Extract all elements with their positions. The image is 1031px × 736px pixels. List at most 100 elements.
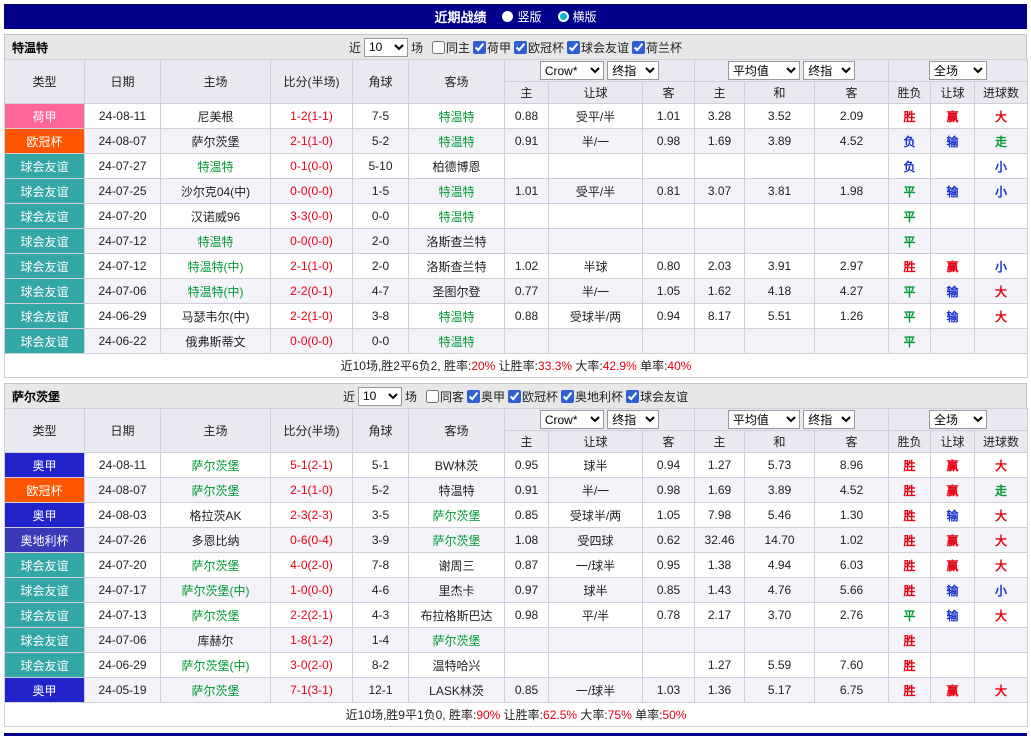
away-team: 特温特 (409, 204, 505, 229)
summary-part: 单率: (632, 708, 663, 722)
odds-home (505, 628, 549, 653)
layout-radio-vertical[interactable]: 竖版 (502, 8, 541, 25)
score: 2-1(1-0) (271, 129, 353, 154)
match-row: 奥甲24-08-11萨尔茨堡5-1(2-1)5-1BW林茨0.95球半0.941… (5, 453, 1028, 478)
league-type-badge: 球会友谊 (5, 179, 85, 204)
match-date: 24-07-06 (85, 279, 161, 304)
subcol-result: 胜负 (889, 431, 931, 453)
avg-home: 1.69 (695, 129, 745, 154)
odds-handicap (549, 154, 643, 179)
league-type-badge: 球会友谊 (5, 204, 85, 229)
result-goals: 走 (975, 478, 1028, 503)
away-team: 特温特 (409, 179, 505, 204)
subcol-goals-result: 进球数 (975, 431, 1028, 453)
avg-home (695, 229, 745, 254)
league-checkbox-input[interactable] (632, 41, 645, 54)
avg-home: 1.62 (695, 279, 745, 304)
match-count-select[interactable]: 10 (364, 38, 408, 57)
corner-score: 2-0 (353, 229, 409, 254)
avg-away (815, 229, 889, 254)
corner-score: 3-8 (353, 304, 409, 329)
fulltime-select[interactable]: 全场 (929, 410, 987, 429)
filter-recent-label: 近 (343, 388, 355, 405)
same-venue-checkbox[interactable]: 同客 (426, 388, 464, 405)
avg-home: 1.43 (695, 578, 745, 603)
odds-handicap (549, 329, 643, 354)
same-venue-input[interactable] (432, 41, 445, 54)
avg-away: 1.02 (815, 528, 889, 553)
result-goals (975, 653, 1028, 678)
league-filter-checkbox[interactable]: 欧冠杯 (508, 388, 558, 405)
result-outcome: 胜 (889, 503, 931, 528)
league-filter-checkbox[interactable]: 球会友谊 (626, 388, 688, 405)
result-handicap: 输 (931, 129, 975, 154)
odds-time-select[interactable]: 终指 (607, 410, 659, 429)
league-checkbox-input[interactable] (508, 390, 521, 403)
result-outcome: 胜 (889, 628, 931, 653)
match-date: 24-07-13 (85, 603, 161, 628)
avg-time-select[interactable]: 终指 (803, 410, 855, 429)
match-date: 24-07-12 (85, 254, 161, 279)
league-type-badge: 奥甲 (5, 678, 85, 703)
league-filter-checkbox[interactable]: 奥甲 (467, 388, 505, 405)
away-team: 萨尔茨堡 (409, 503, 505, 528)
odds-away: 1.05 (643, 503, 695, 528)
odds-away: 1.01 (643, 104, 695, 129)
league-filter-checkbox[interactable]: 奥地利杯 (561, 388, 623, 405)
result-goals (975, 628, 1028, 653)
result-goals: 小 (975, 578, 1028, 603)
corner-score: 1-5 (353, 179, 409, 204)
team-name: 萨尔茨堡 (12, 388, 60, 405)
score: 0-0(0-0) (271, 329, 353, 354)
odds-handicap: 受球半/两 (549, 304, 643, 329)
match-count-select[interactable]: 10 (358, 387, 402, 406)
odds-home (505, 154, 549, 179)
result-handicap: 赢 (931, 453, 975, 478)
col-header-corner: 角球 (353, 409, 409, 453)
odds-company-select[interactable]: Crow* (540, 410, 604, 429)
fulltime-select[interactable]: 全场 (929, 61, 987, 80)
avg-select[interactable]: 平均值 (728, 61, 800, 80)
layout-radio-horizontal[interactable]: 横版 (558, 8, 597, 25)
league-filter-checkbox[interactable]: 欧冠杯 (514, 39, 564, 56)
subcol-handicap-result: 让球 (931, 82, 975, 104)
result-handicap: 输 (931, 603, 975, 628)
score: 7-1(3-1) (271, 678, 353, 703)
score: 3-3(0-0) (271, 204, 353, 229)
result-outcome: 平 (889, 204, 931, 229)
league-checkbox-input[interactable] (561, 390, 574, 403)
league-filter-checkbox[interactable]: 荷甲 (473, 39, 511, 56)
result-goals: 大 (975, 104, 1028, 129)
match-row: 球会友谊24-07-25沙尔克04(中)0-0(0-0)1-5特温特1.01受平… (5, 179, 1028, 204)
odds-handicap: 半/一 (549, 478, 643, 503)
odds-handicap (549, 628, 643, 653)
match-row: 球会友谊24-06-29萨尔茨堡(中)3-0(2-0)8-2温特哈兴1.275.… (5, 653, 1028, 678)
league-checkbox-input[interactable] (473, 41, 486, 54)
same-venue-checkbox[interactable]: 同主 (432, 39, 470, 56)
league-type-badge: 球会友谊 (5, 279, 85, 304)
result-outcome: 胜 (889, 528, 931, 553)
league-filter-checkbox[interactable]: 球会友谊 (567, 39, 629, 56)
match-row: 荷甲24-08-11尼美根1-2(1-1)7-5特温特0.88受平/半1.013… (5, 104, 1028, 129)
odds-home: 0.87 (505, 553, 549, 578)
match-row: 球会友谊24-07-20汉诺威963-3(0-0)0-0特温特平 (5, 204, 1028, 229)
away-team: BW林茨 (409, 453, 505, 478)
away-team: 特温特 (409, 129, 505, 154)
home-team: 尼美根 (161, 104, 271, 129)
avg-time-select[interactable]: 终指 (803, 61, 855, 80)
league-checkbox-input[interactable] (467, 390, 480, 403)
result-handicap: 输 (931, 179, 975, 204)
league-checkbox-input[interactable] (626, 390, 639, 403)
league-checkbox-input[interactable] (514, 41, 527, 54)
odds-time-select[interactable]: 终指 (607, 61, 659, 80)
home-team: 特温特(中) (161, 279, 271, 304)
avg-draw: 14.70 (745, 528, 815, 553)
avg-select[interactable]: 平均值 (728, 410, 800, 429)
odds-away: 0.62 (643, 528, 695, 553)
league-filter-checkbox[interactable]: 荷兰杯 (632, 39, 682, 56)
same-venue-input[interactable] (426, 390, 439, 403)
match-date: 24-08-03 (85, 503, 161, 528)
odds-home: 0.88 (505, 104, 549, 129)
odds-company-select[interactable]: Crow* (540, 61, 604, 80)
league-checkbox-input[interactable] (567, 41, 580, 54)
